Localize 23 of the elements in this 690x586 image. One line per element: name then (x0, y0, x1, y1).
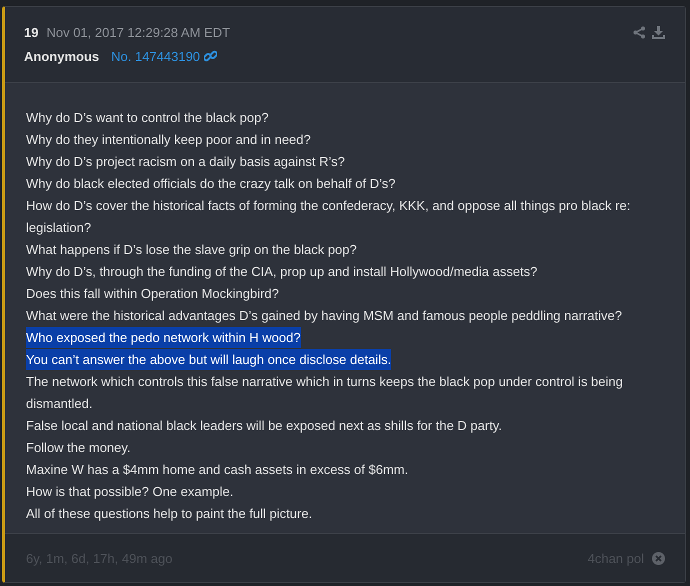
close-icon[interactable] (652, 552, 665, 564)
post-text-line: What were the historical advantages D’s gained by having MSM and famous people peddling narrative? (26, 307, 622, 325)
post-text-line: Why do D’s, through the funding of the CIA, prop up and install Hollywood/media assets? (26, 263, 538, 281)
post-id-link[interactable]: No. 147443190 (111, 49, 200, 64)
author-name: Anonymous (24, 49, 100, 64)
post-text-line: Follow the money. (26, 439, 131, 457)
post-number: 19 (24, 25, 38, 40)
post-text-line: All of these questions help to paint the full picture. (26, 505, 312, 523)
timestamp: Nov 01, 2017 12:29:28 AM EDT (46, 25, 230, 40)
post-text-line: How is that possible? One example. (26, 483, 234, 501)
post-text-line: Why do D’s want to control the black pop? (26, 109, 269, 127)
post-text-line: Why do black elected officials do the crazy talk on behalf of D’s? (26, 175, 396, 193)
share-icon[interactable] (633, 26, 646, 39)
download-icon[interactable] (652, 26, 665, 39)
post-text-line: Why do they intentionally keep poor and in need? (26, 131, 311, 149)
link-icon[interactable] (204, 50, 218, 63)
post-text-line: The network which controls this false narrative which in turns keeps the black pop under control is being dismantled. (26, 373, 623, 413)
post-text-line: Maxine W has a $4mm home and cash assets in excess of $6mm. (26, 461, 408, 479)
post-text-line: How do D’s cover the historical facts of forming the confederacy, KKK, and oppose all things pro black re: legislation? (26, 197, 630, 237)
post-text-line: What happens if D’s lose the slave grip on the black pop? (26, 241, 357, 259)
post-text-line: Why do D’s project racism on a daily basis against R’s? (26, 153, 345, 171)
post-text-line: False local and national black leaders will be exposed next as shills for the D party. (26, 417, 502, 435)
post-text-line: Does this fall within Operation Mockingbird? (26, 285, 279, 303)
